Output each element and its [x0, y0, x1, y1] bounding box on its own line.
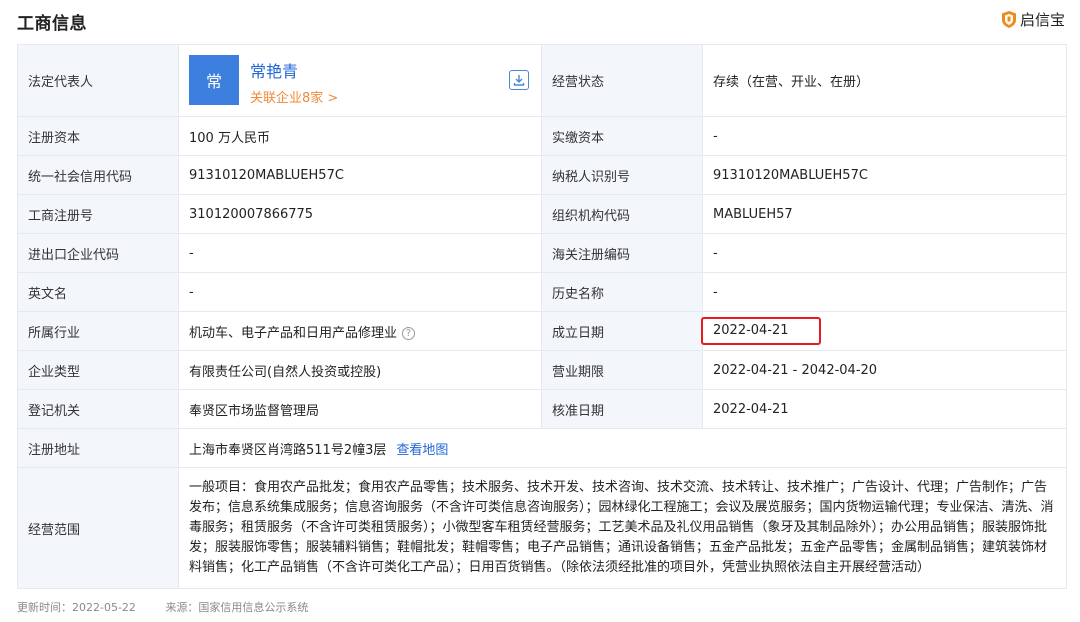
table-row: 企业类型 有限责任公司(自然人投资或控股) 营业期限 2022-04-21 - … [17, 350, 1067, 390]
shield-icon [1001, 11, 1016, 28]
row-value: MABLUEH57 [702, 194, 1067, 234]
data-source: 来源：国家信用信息公示系统 [165, 601, 309, 614]
row-value: 2022-04-21 [702, 389, 1067, 429]
section-header: 工商信息 启信宝 [0, 0, 1080, 40]
row-value: 有限责任公司(自然人投资或控股) [178, 350, 542, 390]
row-label: 英文名 [17, 272, 179, 312]
established-label: 成立日期 [541, 311, 703, 351]
legal-rep-name-link[interactable]: 常艳青 [250, 58, 298, 82]
row-label: 实缴资本 [541, 116, 703, 156]
row-label: 纳税人识别号 [541, 155, 703, 195]
industry-value: 机动车、电子产品和日用产品修理业 [189, 325, 398, 341]
row-label: 海关注册编码 [541, 233, 703, 273]
section-title: 工商信息 [17, 14, 87, 34]
row-label: 统一社会信用代码 [17, 155, 179, 195]
row-value: 100 万人民币 [178, 116, 542, 156]
industry-cell: 机动车、电子产品和日用产品修理业? [178, 311, 542, 351]
status-value: 存续（在营、开业、在册） [702, 44, 1067, 117]
row-label: 登记机关 [17, 389, 179, 429]
table-row: 所属行业 机动车、电子产品和日用产品修理业? 成立日期 2022-04-21 [17, 311, 1067, 351]
table-row: 注册地址 上海市奉贤区肖湾路511号2幢3层 查看地图 [17, 428, 1067, 468]
status-label: 经营状态 [541, 44, 703, 117]
established-value: 2022-04-21 [713, 323, 789, 338]
row-value: 310120007866775 [178, 194, 542, 234]
table-row: 进出口企业代码 - 海关注册编码 - [17, 233, 1067, 273]
highlight-box: 2022-04-21 [701, 317, 821, 345]
scope-value: 一般项目：食用农产品批发；食用农产品零售；技术服务、技术开发、技术咨询、技术交流… [189, 480, 1054, 575]
brand-name: 启信宝 [1019, 11, 1065, 29]
update-time: 更新时间：2022-05-22 [17, 601, 136, 614]
row-value: 2022-04-21 - 2042-04-20 [702, 350, 1067, 390]
footer: 更新时间：2022-05-22 来源：国家信用信息公示系统 [17, 599, 334, 615]
row-value: - [702, 233, 1067, 273]
row-label: 进出口企业代码 [17, 233, 179, 273]
table-row: 经营范围 一般项目：食用农产品批发；食用农产品零售；技术服务、技术开发、技术咨询… [17, 467, 1067, 589]
row-label: 历史名称 [541, 272, 703, 312]
related-companies-link[interactable]: 关联企业8家 > [250, 87, 338, 106]
table-row: 注册资本 100 万人民币 实缴资本 - [17, 116, 1067, 156]
table-row: 工商注册号 310120007866775 组织机构代码 MABLUEH57 [17, 194, 1067, 234]
row-value: 奉贤区市场监督管理局 [178, 389, 542, 429]
address-value: 上海市奉贤区肖湾路511号2幢3层 [189, 442, 387, 458]
table-row: 登记机关 奉贤区市场监督管理局 核准日期 2022-04-21 [17, 389, 1067, 429]
legal-rep-cell: 常 常艳青 关联企业8家 > [178, 44, 542, 117]
row-value: - [702, 272, 1067, 312]
brand-logo[interactable]: 启信宝 [1001, 9, 1065, 30]
row-value: - [702, 116, 1067, 156]
industry-label: 所属行业 [17, 311, 179, 351]
row-label: 工商注册号 [17, 194, 179, 234]
business-info-table: 法定代表人 常 常艳青 关联企业8家 > 经营状态 存续（在营、开业、在册） 注… [17, 44, 1067, 589]
row-label: 营业期限 [541, 350, 703, 390]
view-map-link[interactable]: 查看地图 [396, 443, 448, 458]
row-label: 企业类型 [17, 350, 179, 390]
row-label: 组织机构代码 [541, 194, 703, 234]
table-row: 英文名 - 历史名称 - [17, 272, 1067, 312]
legal-rep-label: 法定代表人 [17, 44, 179, 117]
row-label: 注册资本 [17, 116, 179, 156]
established-cell: 2022-04-21 [701, 311, 1067, 351]
download-button[interactable] [509, 70, 529, 90]
row-label: 核准日期 [541, 389, 703, 429]
address-cell: 上海市奉贤区肖湾路511号2幢3层 查看地图 [178, 428, 1067, 468]
row-value: - [178, 272, 542, 312]
row-value: - [178, 233, 542, 273]
help-icon[interactable]: ? [402, 326, 416, 340]
table-row: 法定代表人 常 常艳青 关联企业8家 > 经营状态 存续（在营、开业、在册） [17, 44, 1067, 117]
row-value: 91310120MABLUEH57C [178, 155, 542, 195]
table-row: 统一社会信用代码 91310120MABLUEH57C 纳税人识别号 91310… [17, 155, 1067, 195]
scope-label: 经营范围 [17, 467, 179, 589]
address-label: 注册地址 [17, 428, 179, 468]
scope-cell: 一般项目：食用农产品批发；食用农产品零售；技术服务、技术开发、技术咨询、技术交流… [178, 467, 1067, 589]
row-value: 91310120MABLUEH57C [702, 155, 1067, 195]
download-icon [513, 75, 525, 86]
avatar[interactable]: 常 [189, 55, 239, 105]
